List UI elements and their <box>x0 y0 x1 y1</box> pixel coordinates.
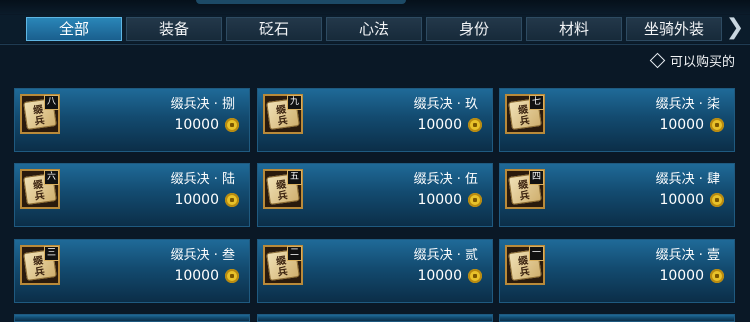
tab-materials[interactable]: 材料 <box>526 17 622 41</box>
tab-all[interactable]: 全部 <box>26 17 122 41</box>
shop-item-card[interactable]: 缀兵七 缀兵决 · 柒 10000 <box>499 88 735 152</box>
item-price: 10000 <box>417 268 462 284</box>
rank-badge: 六 <box>44 170 59 185</box>
tab-equipment[interactable]: 装备 <box>126 17 222 41</box>
item-price: 10000 <box>659 192 704 208</box>
scroll-icon: 缀兵五 <box>263 169 303 209</box>
tab-mind-method[interactable]: 心法 <box>326 17 422 41</box>
shop-item-card[interactable]: 缀兵三 缀兵决 · 叁 10000 <box>14 239 250 303</box>
scroll-icon: 缀兵六 <box>20 169 60 209</box>
rank-badge: 五 <box>287 170 302 185</box>
scroll-icon: 缀兵四 <box>505 169 545 209</box>
scroll-icon: 缀兵二 <box>263 245 303 285</box>
frame-notch <box>196 0 406 4</box>
shop-item-card-partial[interactable] <box>14 314 250 322</box>
tab-identity[interactable]: 身份 <box>426 17 522 41</box>
item-price: 10000 <box>659 268 704 284</box>
rank-badge: 七 <box>529 95 544 110</box>
shop-item-card[interactable]: 缀兵八 缀兵决 · 捌 10000 <box>14 88 250 152</box>
item-price: 10000 <box>174 192 219 208</box>
category-tab-bar: 全部 装备 砭石 心法 身份 材料 坐骑外装 ❯ <box>0 15 750 43</box>
coin-icon <box>710 269 724 283</box>
item-name: 缀兵决 · 壹 <box>655 248 720 263</box>
affordable-filter-checkbox[interactable]: 可以购买的 <box>649 52 736 70</box>
coin-icon <box>225 118 239 132</box>
item-price: 10000 <box>174 268 219 284</box>
item-price: 10000 <box>174 117 219 133</box>
scroll-icon: 缀兵九 <box>263 94 303 134</box>
checkbox-diamond-icon[interactable] <box>649 52 666 68</box>
coin-icon <box>225 193 239 207</box>
item-price: 10000 <box>659 117 704 133</box>
item-name: 缀兵决 · 贰 <box>413 248 478 263</box>
tab-stone[interactable]: 砭石 <box>226 17 322 41</box>
item-name: 缀兵决 · 捌 <box>170 97 235 112</box>
rank-badge: 八 <box>44 95 59 110</box>
coin-icon <box>468 193 482 207</box>
item-name: 缀兵决 · 叁 <box>170 248 235 263</box>
tab-mount-appearance[interactable]: 坐骑外装 <box>626 17 722 41</box>
coin-icon <box>468 269 482 283</box>
shop-item-card[interactable]: 缀兵五 缀兵决 · 伍 10000 <box>257 163 493 227</box>
item-name: 缀兵决 · 肆 <box>655 172 720 187</box>
rank-badge: 三 <box>44 246 59 261</box>
divider <box>0 44 750 45</box>
coin-icon <box>710 118 724 132</box>
filter-label: 可以购买的 <box>670 54 736 70</box>
chevron-right-icon[interactable]: ❯ <box>724 17 746 41</box>
coin-icon <box>710 193 724 207</box>
rank-badge: 四 <box>529 170 544 185</box>
scroll-icon: 缀兵一 <box>505 245 545 285</box>
item-name: 缀兵决 · 陆 <box>170 172 235 187</box>
item-price: 10000 <box>417 117 462 133</box>
item-price: 10000 <box>417 192 462 208</box>
shop-item-card[interactable]: 缀兵九 缀兵决 · 玖 10000 <box>257 88 493 152</box>
shop-item-card[interactable]: 缀兵六 缀兵决 · 陆 10000 <box>14 163 250 227</box>
scroll-icon: 缀兵八 <box>20 94 60 134</box>
scroll-icon: 缀兵三 <box>20 245 60 285</box>
coin-icon <box>468 118 482 132</box>
shop-item-card-partial[interactable] <box>257 314 493 322</box>
shop-item-card-partial[interactable] <box>499 314 735 322</box>
shop-item-card[interactable]: 缀兵二 缀兵决 · 贰 10000 <box>257 239 493 303</box>
rank-badge: 九 <box>287 95 302 110</box>
item-name: 缀兵决 · 玖 <box>413 97 478 112</box>
rank-badge: 一 <box>529 246 544 261</box>
rank-badge: 二 <box>287 246 302 261</box>
item-name: 缀兵决 · 柒 <box>655 97 720 112</box>
shop-item-card[interactable]: 缀兵一 缀兵决 · 壹 10000 <box>499 239 735 303</box>
shop-item-card[interactable]: 缀兵四 缀兵决 · 肆 10000 <box>499 163 735 227</box>
top-frame <box>0 0 750 14</box>
item-name: 缀兵决 · 伍 <box>413 172 478 187</box>
coin-icon <box>225 269 239 283</box>
scroll-icon: 缀兵七 <box>505 94 545 134</box>
